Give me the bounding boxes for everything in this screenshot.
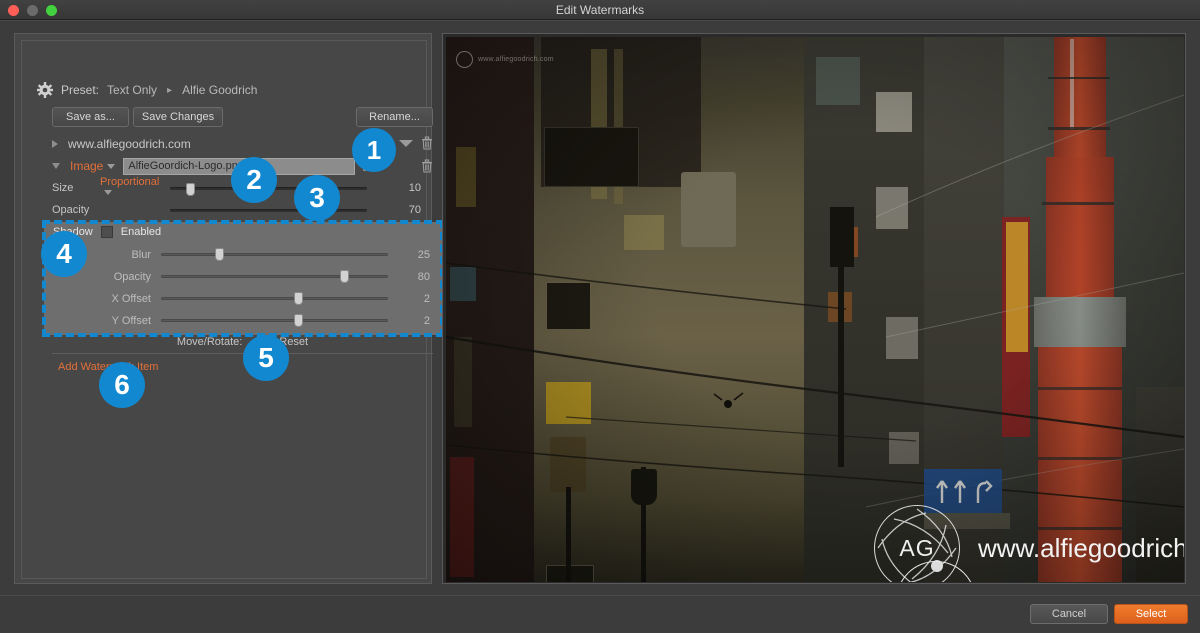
triangle-down-icon[interactable] bbox=[52, 163, 60, 169]
caret-down-icon[interactable] bbox=[399, 140, 413, 147]
size-mode-dropdown[interactable]: Proportional bbox=[100, 176, 170, 200]
logo-ring-icon bbox=[456, 51, 473, 68]
opacity-value: 70 bbox=[367, 204, 421, 216]
shadow-yoffset-label: Y Offset bbox=[53, 315, 161, 327]
preset-row: Preset: Text Only ▸ Alfie Goodrich bbox=[37, 82, 257, 98]
preset-label: Preset: bbox=[61, 83, 99, 97]
chevron-down-icon[interactable] bbox=[104, 190, 112, 195]
trash-icon[interactable] bbox=[421, 159, 433, 173]
edit-watermarks-window: Edit Watermarks bbox=[0, 0, 1200, 633]
save-changes-button[interactable]: Save Changes bbox=[133, 107, 223, 127]
checkbox-unchecked-icon[interactable] bbox=[101, 226, 113, 238]
dialog-body: Preset: Text Only ▸ Alfie Goodrich Save … bbox=[0, 20, 1200, 595]
triangle-right-icon[interactable] bbox=[52, 140, 58, 148]
callout-badge-6: 6 bbox=[99, 362, 145, 408]
window-title: Edit Watermarks bbox=[0, 3, 1200, 17]
shadow-opacity-value: 80 bbox=[388, 271, 430, 283]
shadow-opacity-thumb[interactable] bbox=[340, 270, 349, 283]
callout-badge-4: 4 bbox=[41, 231, 87, 277]
shadow-yoffset-value: 2 bbox=[388, 315, 430, 327]
preview-watermark-small: www.alfiegoodrich.com bbox=[456, 51, 554, 68]
save-as-button[interactable]: Save as... bbox=[52, 107, 129, 127]
preview-photo: www.alfiegoodrich.com bbox=[446, 37, 1184, 582]
opacity-label: Opacity bbox=[52, 204, 170, 216]
cancel-button[interactable]: Cancel bbox=[1030, 604, 1108, 624]
shadow-opacity-track[interactable] bbox=[161, 275, 388, 278]
shadow-xoffset-row: X Offset 2 bbox=[53, 290, 433, 307]
size-label: Size bbox=[52, 182, 100, 194]
size-mode-label: Proportional bbox=[100, 176, 159, 188]
shadow-blur-thumb[interactable] bbox=[215, 248, 224, 261]
shadow-enabled-label: Enabled bbox=[121, 226, 161, 238]
size-slider-thumb[interactable] bbox=[186, 183, 195, 196]
chevron-down-icon[interactable] bbox=[107, 164, 115, 169]
dialog-footer bbox=[0, 595, 1200, 633]
title-bar: Edit Watermarks bbox=[0, 0, 1200, 20]
watermark-kind-label[interactable]: Image bbox=[70, 159, 103, 173]
opacity-slider-row: Opacity 70 bbox=[52, 201, 433, 219]
trash-icon[interactable] bbox=[421, 136, 433, 150]
shadow-yoffset-thumb[interactable] bbox=[294, 314, 303, 327]
shadow-xoffset-label: X Offset bbox=[53, 293, 161, 305]
preset-separator-icon: ▸ bbox=[167, 85, 172, 96]
preset-group[interactable]: Text Only bbox=[107, 83, 157, 97]
preview-panel: www.alfiegoodrich.com bbox=[442, 33, 1186, 584]
shadow-section: Shadow Enabled Blur 25 Opacity 80 bbox=[44, 222, 442, 335]
shadow-blur-row: Blur 25 bbox=[53, 246, 433, 263]
vignette bbox=[446, 37, 1184, 582]
move-rotate-label: Move/Rotate: bbox=[177, 336, 242, 348]
preview-watermark-large: AG www.alfiegoodrich.com bbox=[874, 505, 1184, 582]
shadow-xoffset-value: 2 bbox=[388, 293, 430, 305]
callout-badge-5: 5 bbox=[243, 335, 289, 381]
shadow-blur-value: 25 bbox=[388, 249, 430, 261]
watermark-root-name: www.alfiegoodrich.com bbox=[68, 137, 191, 151]
select-button[interactable]: Select bbox=[1114, 604, 1188, 624]
watermark-item-actions bbox=[421, 159, 433, 173]
preset-name[interactable]: Alfie Goodrich bbox=[182, 83, 257, 97]
preview-watermark-large-text: www.alfiegoodrich.com bbox=[978, 533, 1184, 564]
shadow-yoffset-track[interactable] bbox=[161, 319, 388, 322]
opacity-slider-track[interactable] bbox=[170, 209, 367, 212]
preview-watermark-small-text: www.alfiegoodrich.com bbox=[478, 56, 554, 63]
size-value: 10 bbox=[367, 182, 421, 194]
callout-badge-1: 1 bbox=[352, 128, 396, 172]
callout-badge-3: 3 bbox=[294, 175, 340, 221]
move-rotate-row: Move/Rotate: Reset bbox=[52, 334, 433, 350]
rename-button[interactable]: Rename... bbox=[356, 107, 433, 127]
gear-icon[interactable] bbox=[37, 82, 53, 98]
shadow-xoffset-thumb[interactable] bbox=[294, 292, 303, 305]
shadow-opacity-row: Opacity 80 bbox=[53, 268, 433, 285]
shadow-xoffset-track[interactable] bbox=[161, 297, 388, 300]
ag-logo-icon: AG bbox=[874, 505, 960, 582]
watermark-editor-panel: Preset: Text Only ▸ Alfie Goodrich Save … bbox=[14, 33, 432, 584]
callout-badge-2: 2 bbox=[231, 157, 277, 203]
shadow-blur-track[interactable] bbox=[161, 253, 388, 256]
shadow-yoffset-row: Y Offset 2 bbox=[53, 312, 433, 329]
